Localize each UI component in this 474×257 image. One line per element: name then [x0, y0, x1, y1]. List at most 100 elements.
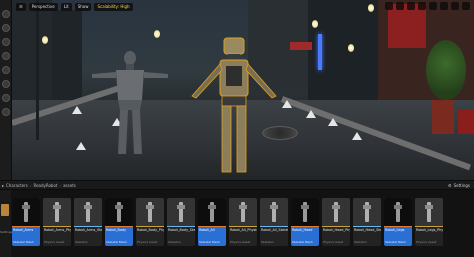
asset-thumbnail [260, 198, 288, 226]
light-icon[interactable] [42, 36, 48, 44]
asset-tile[interactable]: Robot_Arms Skeletal Mesh [12, 198, 40, 246]
asset-thumbnail [12, 198, 40, 226]
asset-tile[interactable]: Robot_Head_Skeleton Skeleton [353, 198, 381, 246]
editor-window: ☰ Perspective Lit Show Scalability: High [0, 0, 474, 257]
select-mode-icon[interactable] [1, 10, 10, 18]
spotlight-icon[interactable] [306, 110, 316, 118]
asset-type: Skeletal Mesh [292, 240, 313, 244]
spotlight-icon[interactable] [72, 106, 82, 114]
asset-name: Robot_Head [292, 228, 313, 232]
red-sign [388, 4, 426, 48]
asset-name: Robot_Arms_PhysicsAsset [44, 228, 71, 232]
asset-thumbnail [105, 198, 133, 226]
viewport-side-toolbar [0, 0, 12, 180]
asset-thumbnail [167, 198, 195, 226]
asset-tile[interactable]: Robot_Head Skeletal Mesh [291, 198, 319, 246]
asset-name: Robot_Arms_Skeleton [75, 228, 102, 232]
spotlight-icon[interactable] [352, 132, 362, 140]
lit-button[interactable]: Lit [60, 3, 72, 11]
level-viewport[interactable]: ☰ Perspective Lit Show Scalability: High [12, 0, 474, 180]
asset-tile[interactable]: Robot_Body_PhysicsAsset Physics Asset [136, 198, 164, 246]
blue-neon-sign [318, 34, 322, 70]
grid-snap-icon[interactable] [429, 2, 437, 10]
asset-type: Physics Asset [44, 240, 65, 244]
light-icon[interactable] [312, 20, 318, 28]
street-light-pole [36, 0, 39, 140]
asset-tile[interactable]: Robot_Legs_PhysicsAsset Physics Asset [415, 198, 443, 246]
asset-type: Skeleton [75, 240, 88, 244]
asset-tile[interactable]: Robot_Arms_PhysicsAsset Physics Asset [43, 198, 71, 246]
asset-type: Physics Asset [137, 240, 158, 244]
asset-type: Physics Asset [323, 240, 344, 244]
settings-label: Settings [453, 183, 470, 188]
viewport-options-button[interactable]: ☰ [16, 3, 26, 11]
world-local-icon[interactable] [418, 2, 426, 10]
show-button[interactable]: Show [74, 3, 92, 11]
landscape-mode-icon[interactable] [1, 24, 10, 32]
robot-character[interactable] [184, 36, 284, 176]
asset-name: Robot_Body [106, 228, 127, 232]
breadcrumb-item[interactable]: ReadyRobot [33, 183, 57, 188]
asset-thumbnail [198, 198, 226, 226]
sources-label: Settings [0, 230, 13, 234]
asset-tile[interactable]: Robot_All Skeletal Mesh [198, 198, 226, 246]
light-icon[interactable] [368, 4, 374, 12]
asset-thumbnail [322, 198, 350, 226]
angle-snap-icon[interactable] [440, 2, 448, 10]
translate-icon[interactable] [385, 2, 393, 10]
rotate-icon[interactable] [396, 2, 404, 10]
light-icon[interactable] [154, 30, 160, 38]
content-browser-path-bar: ▸ Characters › ReadyRobot › assets ⚙ Set… [0, 180, 474, 190]
spotlight-icon[interactable] [328, 118, 338, 126]
asset-grid: Robot_Arms Skeletal Mesh Robot_Arms_Physic… [12, 198, 443, 246]
mesh-paint-icon[interactable] [1, 52, 10, 60]
light-icon[interactable] [348, 44, 354, 52]
content-browser-sources: Settings [0, 190, 13, 257]
asset-tile[interactable]: Robot_All_Skeleton Skeleton [260, 198, 288, 246]
breadcrumb-item[interactable]: Characters [6, 183, 28, 188]
scalability-warning[interactable]: Scalability: High [94, 3, 133, 11]
animation-icon[interactable] [1, 108, 10, 116]
asset-tile[interactable]: Robot_Body Skeletal Mesh [105, 198, 133, 246]
asset-tile[interactable]: Robot_All_PhysicsAsset Physics Asset [229, 198, 257, 246]
asset-type: Skeleton [168, 240, 181, 244]
settings-button[interactable]: ⚙ Settings [448, 182, 470, 189]
asset-type: Skeletal Mesh [199, 240, 220, 244]
asset-name: Robot_Body_PhysicsAsset [137, 228, 164, 232]
asset-name: Robot_Head_PhysicsAsset [323, 228, 350, 232]
asset-name: Robot_Body_Skeleton [168, 228, 195, 232]
asset-name: Robot_All_Skeleton [261, 228, 288, 232]
foliage-mode-icon[interactable] [1, 38, 10, 46]
asset-tile[interactable]: Robot_Arms_Skeleton Skeleton [74, 198, 102, 246]
spotlight-icon[interactable] [76, 142, 86, 150]
asset-name: Robot_Legs [385, 228, 405, 232]
asset-thumbnail [291, 198, 319, 226]
mannequin-character[interactable] [90, 48, 170, 158]
modeling-icon[interactable] [1, 66, 10, 74]
asset-tile[interactable]: Robot_Body_Skeleton Skeleton [167, 198, 195, 246]
asset-name: Robot_Legs_PhysicsAsset [416, 228, 443, 232]
red-crate [458, 110, 474, 134]
asset-tile[interactable]: Robot_Head_PhysicsAsset Physics Asset [322, 198, 350, 246]
gear-icon: ⚙ [448, 183, 452, 188]
asset-type: Skeleton [354, 240, 367, 244]
asset-name: Robot_Arms [13, 228, 34, 232]
folder-nav-icon[interactable]: ▸ [2, 183, 4, 188]
breadcrumb-item[interactable]: assets [63, 183, 76, 188]
camera-speed-icon[interactable] [451, 2, 459, 10]
asset-type: Skeletal Mesh [385, 240, 406, 244]
scale-icon[interactable] [407, 2, 415, 10]
neon-sign [290, 42, 312, 50]
asset-thumbnail [353, 198, 381, 226]
asset-tile[interactable]: Robot_Legs Skeletal Mesh [384, 198, 412, 246]
asset-name: Robot_Head_Skeleton [354, 228, 381, 232]
perspective-button[interactable]: Perspective [28, 3, 58, 11]
asset-type: Skeletal Mesh [13, 240, 34, 244]
maximize-icon[interactable] [462, 2, 470, 10]
fracture-icon[interactable] [1, 80, 10, 88]
breadcrumb-separator: › [59, 182, 62, 188]
asset-type: Physics Asset [416, 240, 437, 244]
folder-icon[interactable] [1, 204, 9, 216]
brush-edit-icon[interactable] [1, 94, 10, 102]
left-building [12, 0, 52, 110]
